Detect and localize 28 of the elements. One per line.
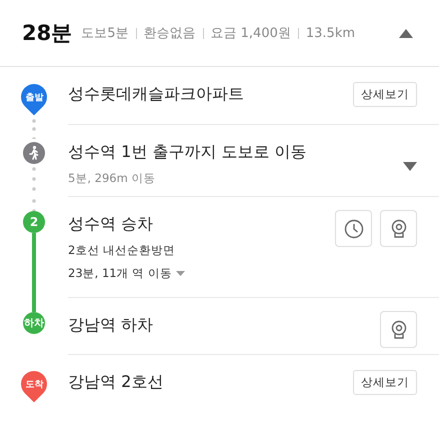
step-title: 성수역 승차 bbox=[68, 214, 154, 235]
step-title: 강남역 2호선 bbox=[68, 372, 164, 393]
step-detail: 5분, 296m 이동 bbox=[68, 171, 156, 186]
timetable-button[interactable] bbox=[335, 210, 372, 247]
route-fact: 환승없음 bbox=[144, 25, 196, 42]
caret-icon bbox=[403, 162, 417, 171]
cctv-button[interactable] bbox=[380, 311, 417, 348]
line-badge: 하차 bbox=[23, 312, 45, 334]
stops-toggle[interactable]: 23분, 11개 역 이동 bbox=[68, 266, 185, 281]
camera-icon bbox=[390, 320, 406, 340]
clock-icon bbox=[344, 218, 364, 238]
step-detail: 2호선 내선순환방면 bbox=[68, 243, 176, 258]
camera-icon bbox=[390, 218, 406, 238]
walking-person-icon bbox=[23, 142, 45, 164]
total-duration: 28분 bbox=[22, 20, 72, 47]
details-button[interactable]: 상세보기 bbox=[353, 82, 417, 107]
caret-icon bbox=[176, 271, 185, 276]
route-fact: 13.5km bbox=[306, 26, 356, 40]
expand-button[interactable] bbox=[403, 162, 417, 171]
details-button[interactable]: 상세보기 bbox=[353, 370, 417, 395]
caret-icon bbox=[399, 28, 413, 38]
route-fact: 요금 1,400원 bbox=[210, 25, 291, 42]
line-badge: 2 bbox=[23, 211, 45, 233]
step-title: 성수역 1번 출구까지 도보로 이동 bbox=[68, 142, 308, 163]
cctv-button[interactable] bbox=[380, 210, 417, 247]
route-fact: 도보5분 bbox=[81, 25, 129, 42]
step-title: 성수롯데캐슬파크아파트 bbox=[68, 84, 245, 105]
step-title: 강남역 하차 bbox=[68, 315, 154, 336]
